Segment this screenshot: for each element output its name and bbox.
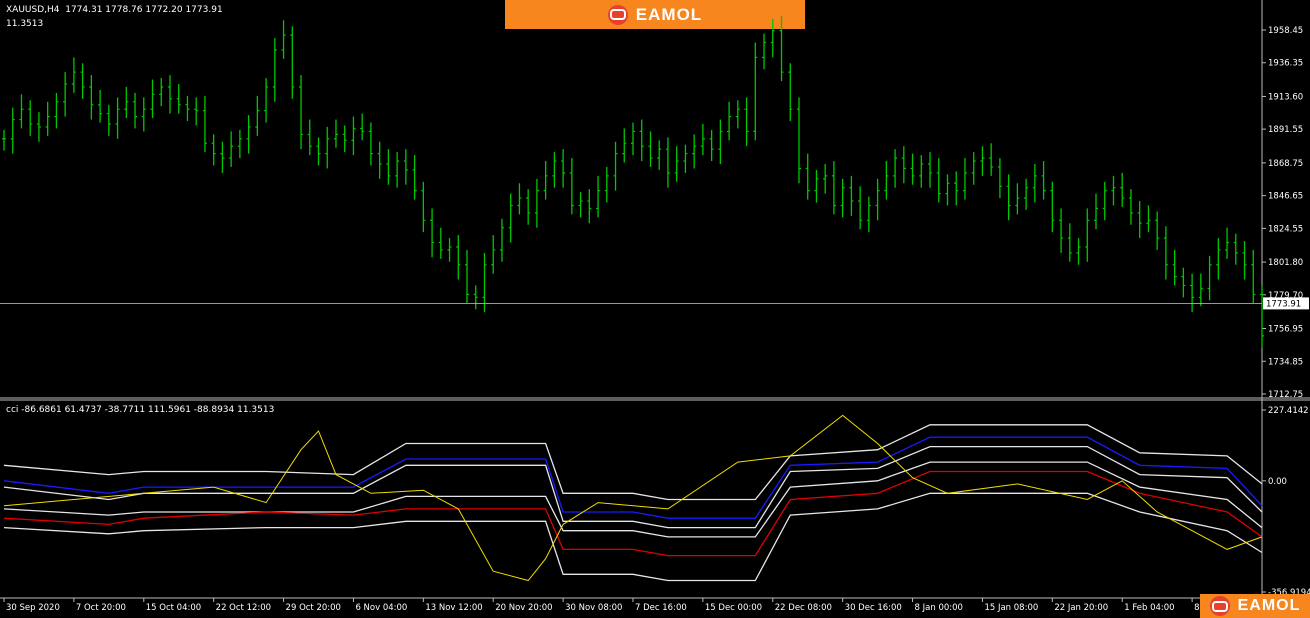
brand-logo-small: EAMOL [1237,597,1301,614]
price-tick-label: 1958.45 [1268,26,1303,36]
time-tick-label: 13 Nov 12:00 [425,603,482,613]
chart-window: XAUUSD,H4 1774.31 1778.76 1772.20 1773.9… [0,0,1310,618]
price-tick-label: 1824.55 [1268,224,1303,234]
cci-line [3,414,1263,582]
time-tick-label: 22 Dec 08:00 [775,603,832,613]
band-line [3,492,1263,582]
time-tick-label: 22 Jan 20:00 [1054,603,1108,613]
time-tick-label: 1 Feb 04:00 [1124,603,1174,613]
time-tick-label: 30 Sep 2020 [6,603,60,613]
time-tick-label: 6 Nov 04:00 [355,603,407,613]
price-tick-label: 1756.95 [1268,325,1303,335]
time-tick-label: 20 Nov 20:00 [495,603,552,613]
time-tick-label: 29 Oct 20:00 [286,603,341,613]
time-tick-label: 15 Jan 08:00 [984,603,1038,613]
time-tick-label: 30 Dec 16:00 [845,603,902,613]
chart-svg: 1958.45 1936.35 1913.60 1891.55 1868.75 1846.… [0,0,1310,613]
time-tick-label: 15 Dec 00:00 [705,603,762,613]
price-tick-label: 1913.60 [1268,92,1303,102]
robot-logo-icon-small [1209,596,1230,616]
price-tick-label: 1801.80 [1268,258,1303,268]
band-line [3,461,1263,538]
price-tick-label: 1891.55 [1268,125,1303,135]
time-tick-label: 30 Nov 08:00 [565,603,622,613]
cci-tick-label: 227.4142 [1268,406,1309,416]
time-tick-label: 7 Dec 16:00 [635,603,687,613]
red-line [3,470,1263,557]
time-tick-label: 8 Jan 00:00 [915,603,963,613]
price-tick-label: 1712.75 [1268,390,1303,400]
price-tick-label: 1734.85 [1268,357,1303,367]
time-tick-label: 15 Oct 04:00 [146,603,201,613]
brand-corner-badge[interactable]: EAMOL [1200,594,1310,618]
price-tick-label: 1936.35 [1268,59,1303,69]
price-tick-label: 1846.65 [1268,192,1303,202]
time-tick-label: 7 Oct 20:00 [76,603,126,613]
time-tick-label: 22 Oct 12:00 [216,603,271,613]
current-price-label: 1773.91 [1266,299,1301,309]
price-tick-label: 1868.75 [1268,159,1303,169]
cci-tick-label: 0.00 [1268,477,1287,487]
